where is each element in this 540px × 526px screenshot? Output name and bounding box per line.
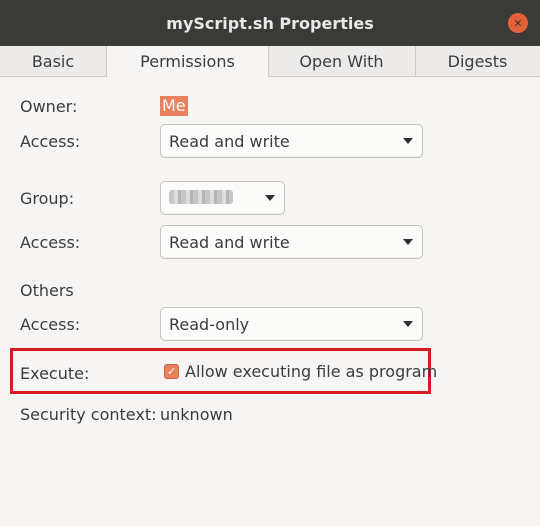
tab-bar: Basic Permissions Open With Digests	[0, 46, 540, 77]
group-access-dropdown[interactable]: Read and write	[160, 225, 423, 259]
group-access-value: Read and write	[169, 232, 290, 252]
owner-label: Owner:	[20, 97, 78, 116]
chevron-down-icon	[265, 195, 275, 201]
check-icon: ✓	[166, 365, 177, 378]
tab-permissions[interactable]: Permissions	[106, 46, 269, 77]
title-bar[interactable]: myScript.sh Properties ✕	[0, 0, 540, 46]
tab-digests-label: Digests	[447, 51, 508, 71]
others-access-label: Access:	[20, 315, 81, 334]
owner-value: Me	[160, 96, 188, 116]
group-dropdown[interactable]	[160, 181, 285, 215]
others-heading: Others	[20, 281, 74, 300]
properties-window: myScript.sh Properties ✕ Basic Permissio…	[0, 0, 540, 526]
others-access-dropdown[interactable]: Read-only	[160, 307, 423, 341]
security-context-label: Security context:	[20, 405, 157, 424]
chevron-down-icon	[403, 138, 413, 144]
execute-label: Execute:	[20, 364, 90, 383]
owner-access-value: Read and write	[169, 131, 290, 151]
execute-checkbox[interactable]: ✓	[164, 364, 179, 379]
tab-basic[interactable]: Basic	[0, 46, 107, 76]
group-access-label: Access:	[20, 233, 81, 252]
tab-permissions-label: Permissions	[140, 52, 235, 71]
group-value	[169, 189, 265, 208]
execute-checkbox-label[interactable]: Allow executing file as program	[185, 362, 437, 381]
close-icon: ✕	[513, 16, 523, 30]
chevron-down-icon	[403, 321, 413, 327]
obscured-group-name	[169, 189, 233, 204]
chevron-down-icon	[403, 239, 413, 245]
security-context-value: unknown	[160, 405, 233, 424]
tab-open-with[interactable]: Open With	[268, 46, 416, 76]
tab-digests[interactable]: Digests	[415, 46, 540, 76]
tab-open-with-label: Open With	[299, 51, 384, 71]
close-button[interactable]: ✕	[508, 13, 528, 33]
others-access-value: Read-only	[169, 314, 250, 334]
owner-access-label: Access:	[20, 132, 81, 151]
tab-basic-label: Basic	[31, 51, 75, 71]
window-title: myScript.sh Properties	[166, 13, 374, 33]
group-label: Group:	[20, 189, 75, 208]
owner-access-dropdown[interactable]: Read and write	[160, 124, 423, 158]
